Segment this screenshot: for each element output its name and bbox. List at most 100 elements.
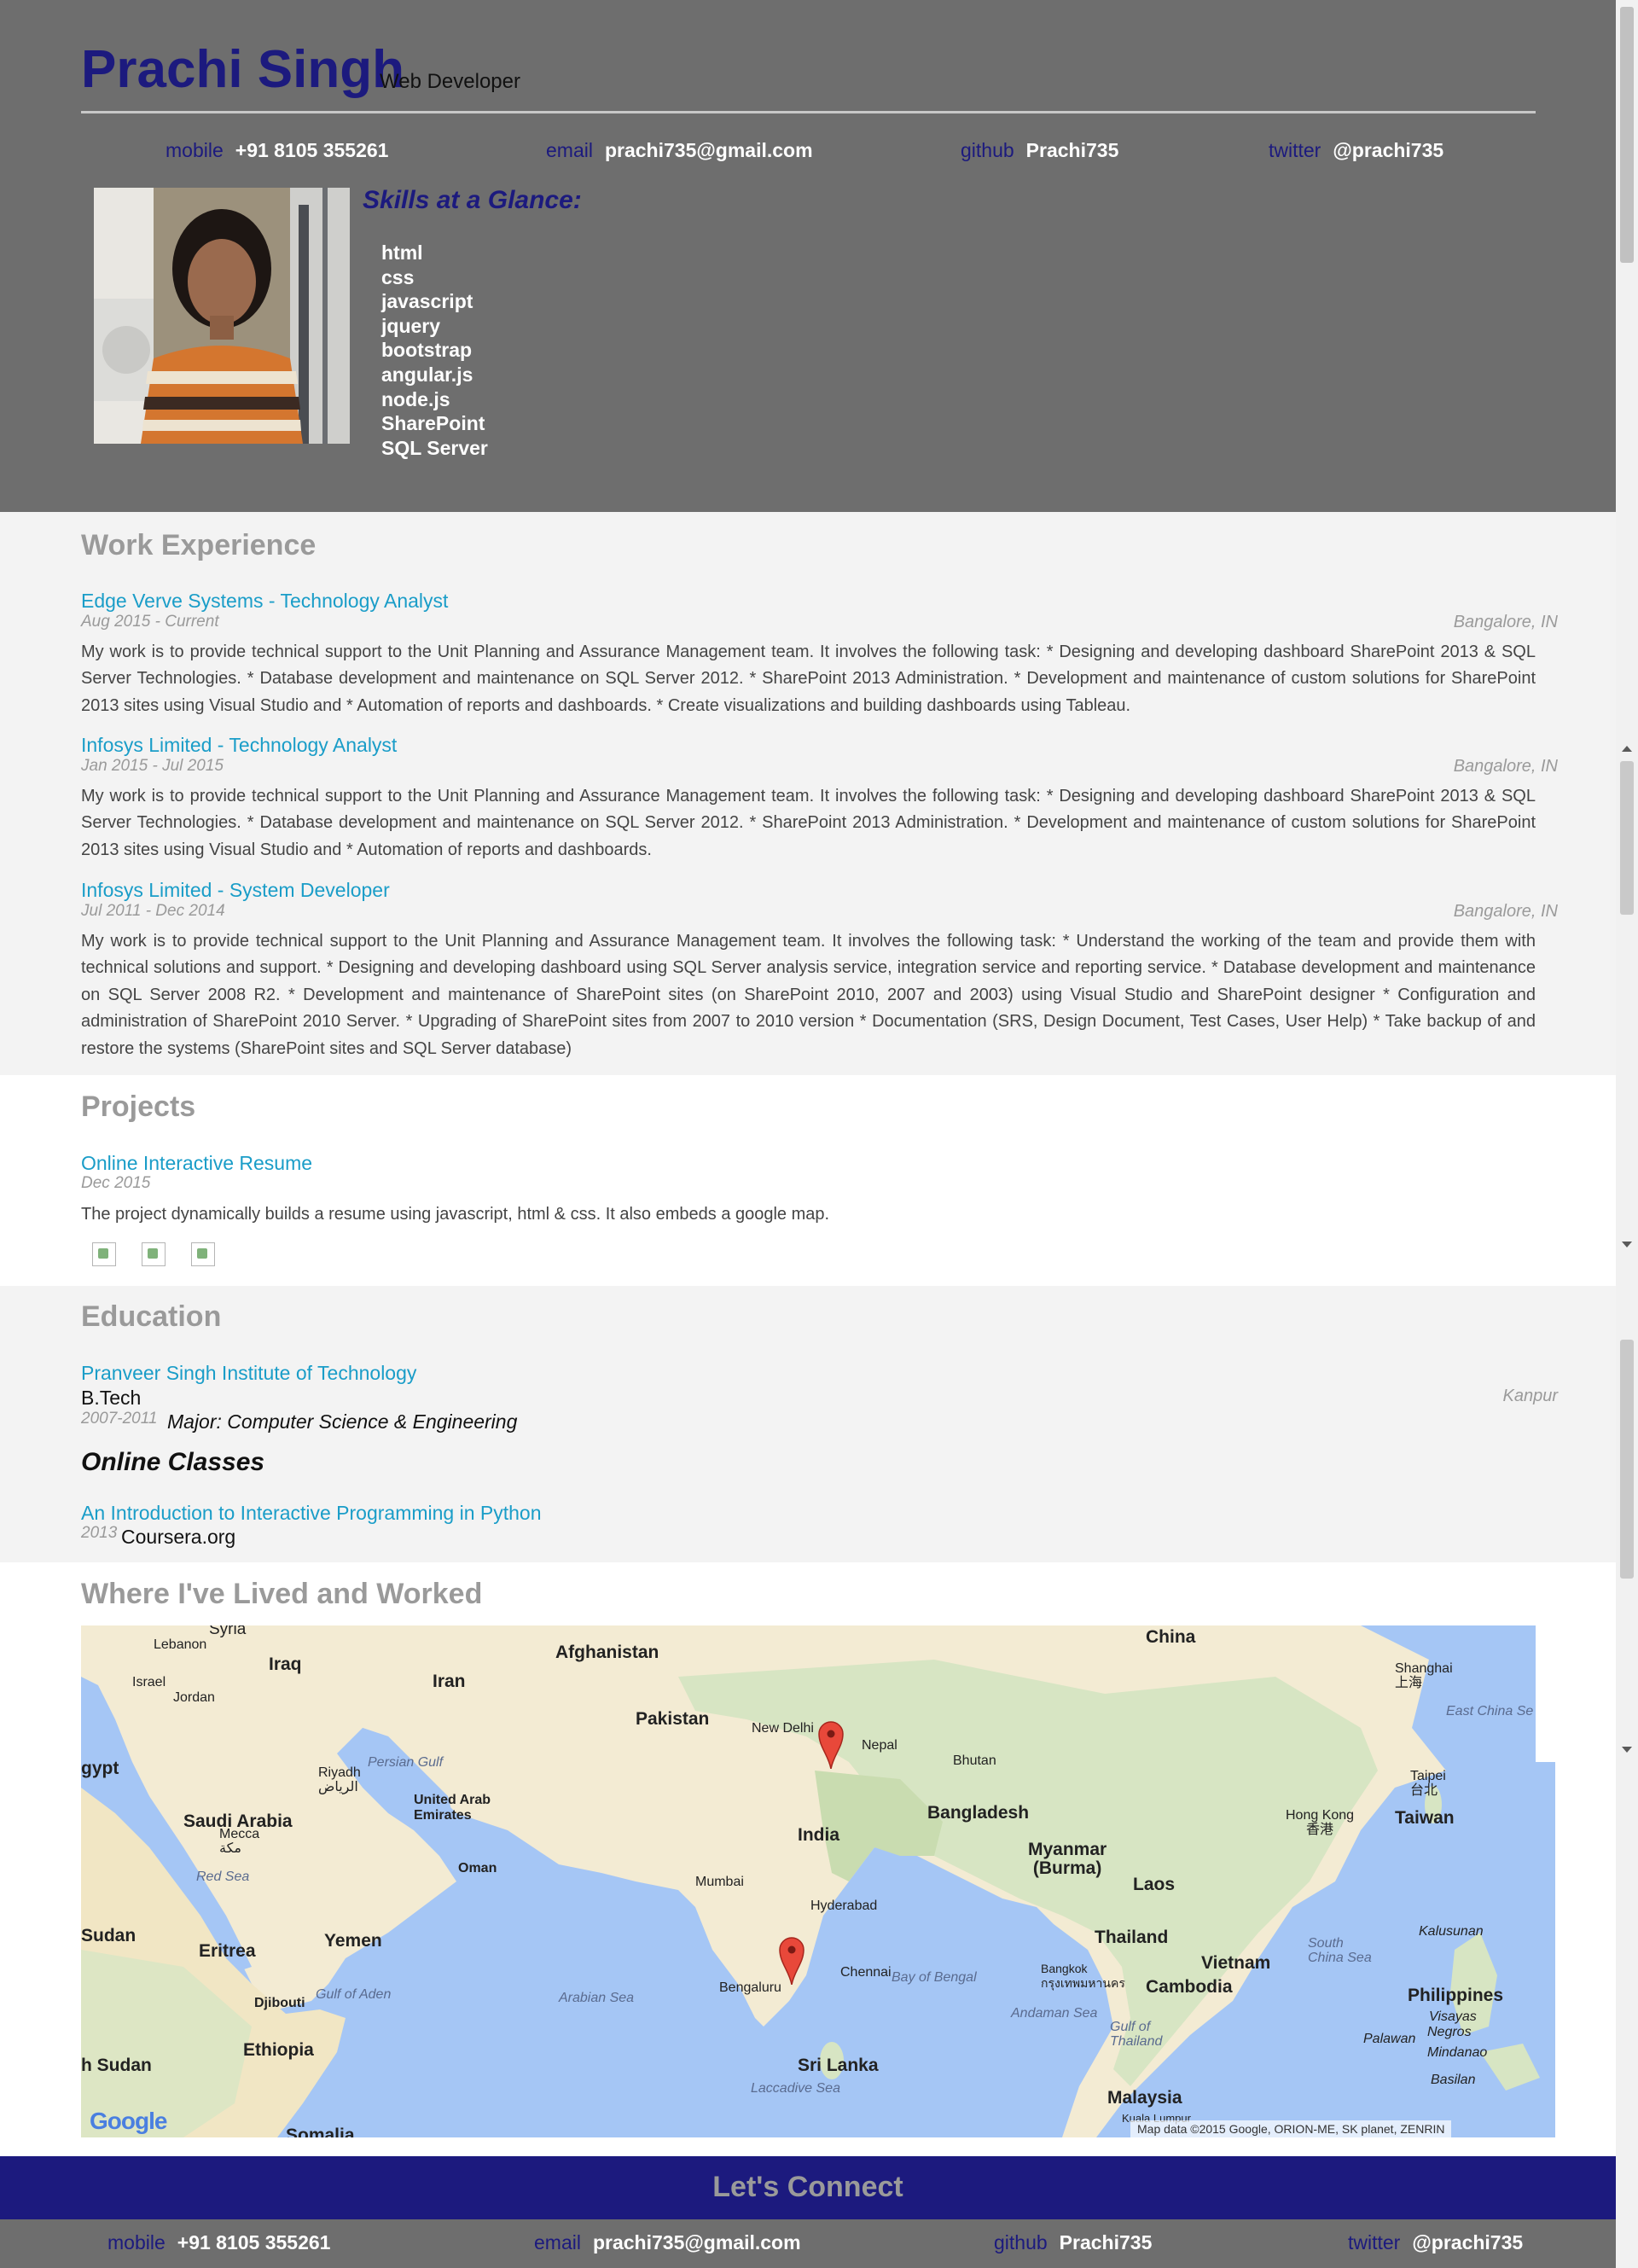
scrollbar-thumb[interactable] [1620,7,1634,263]
map-label: Vietnam [1201,1953,1271,1973]
map-label: Yemen [324,1931,382,1951]
contact-value: prachi735@gmail.com [592,2231,801,2253]
job-location: Bangalore, IN [1453,757,1558,776]
map-label: Afghanistan [555,1643,659,1662]
map-label: New Delhi [752,1721,814,1736]
footer-title: Let's Connect [712,2171,903,2203]
map-label: Red Sea [196,1870,250,1884]
skill-item: html [381,241,423,264]
contact-value: Prachi735 [1059,2231,1153,2253]
contact-label: twitter [1348,2231,1401,2253]
map-label: Laccadive Sea [751,2081,840,2096]
map-label: gypt [81,1759,119,1778]
contact-label: email [546,139,593,161]
map-label: Cambodia [1146,1977,1233,1997]
map-label: Bhutan [953,1753,996,1768]
map-label: Israel [132,1675,166,1689]
map-label: Gulf of Aden [316,1987,392,2002]
map-label: Hyderabad [810,1899,878,1913]
map-label: Bay of Bengal [892,1970,977,1985]
contact-label: github [994,2231,1048,2253]
footer-contact-mobile[interactable]: mobile +91 8105 355261 [107,2231,330,2254]
map-label: Taiwan [1395,1808,1455,1828]
map-label: Bangladesh [927,1803,1030,1823]
map-label: Iran [433,1672,466,1691]
map-label: Mindanao [1427,2045,1488,2060]
contact-value: Prachi735 [1025,139,1119,161]
project-image-thumbnail[interactable] [191,1242,215,1266]
job-description: My work is to provide technical support … [81,787,1536,859]
scroll-up-arrow-icon[interactable] [1622,746,1632,752]
skill-item: javascript [381,290,473,313]
online-classes-title: Online Classes [81,1448,265,1476]
contact-value: +91 8105 355261 [235,139,389,161]
map-label: Sudan [81,1926,136,1945]
education-location: Kanpur [1502,1387,1559,1405]
footer-contact-github[interactable]: github Prachi735 [994,2231,1152,2254]
contact-value: @prachi735 [1412,2231,1524,2253]
map-label: Kalusunan [1419,1924,1484,1939]
job-title-link[interactable]: Infosys Limited - System Developer [81,879,390,902]
map-label: Negros [1427,2025,1472,2039]
contact-label: twitter [1269,139,1321,161]
map-title: Where I've Lived and Worked [81,1578,483,1610]
map-label: Hong Kong 香港 [1286,1808,1355,1837]
map-label: Thailand [1095,1928,1169,1947]
google-map[interactable]: Syria Lebanon Israel Jordan Iraq Iran Af… [81,1625,1555,2137]
skill-item: SharePoint [381,412,485,435]
major: Major: Computer Science & Engineering [167,1410,518,1433]
map-label: Andaman Sea [1011,2006,1098,2021]
map-label: Arabian Sea [559,1991,635,2005]
map-marker-pin[interactable] [779,1937,804,1985]
scrollbar-thumb[interactable] [1620,761,1634,915]
scrollbar-thumb[interactable] [1620,1340,1634,1579]
map-label: h Sudan [81,2056,152,2075]
contact-label: email [534,2231,581,2253]
skill-item: SQL Server [381,436,488,459]
map-label: Palawan [1363,2032,1416,2046]
scroll-down-arrow-icon[interactable] [1622,1242,1632,1247]
map-label: Laos [1133,1875,1176,1894]
contact-twitter[interactable]: twitter @prachi735 [1269,139,1443,162]
google-logo: Google [90,2108,167,2135]
footer-contact-email[interactable]: email prachi735@gmail.com [534,2231,801,2254]
skill-item: node.js [381,387,450,410]
project-title-link[interactable]: Online Interactive Resume [81,1152,312,1175]
job-description: My work is to provide technical support … [81,643,1536,715]
map-clip-mask [1536,1625,1616,1762]
map-label: Lebanon [154,1637,207,1652]
project-image-thumbnail[interactable] [92,1242,116,1266]
map-label: Nepal [862,1738,897,1753]
skills-title: Skills at a Glance: [363,186,582,214]
contact-mobile[interactable]: mobile +91 8105 355261 [166,139,388,162]
contact-value: +91 8105 355261 [177,2231,331,2253]
job-title-link[interactable]: Infosys Limited - Technology Analyst [81,734,397,757]
job-description: My work is to provide technical support … [81,932,1536,1058]
map-label: India [798,1825,840,1845]
map-attribution: Map data ©2015 Google, ORION-ME, SK plan… [1130,2120,1452,2137]
contact-github[interactable]: github Prachi735 [961,139,1118,162]
job-title-link[interactable]: Edge Verve Systems - Technology Analyst [81,590,448,613]
map-label: Gulf of Thailand [1110,2020,1163,2049]
page-scrollbar[interactable] [1616,0,1638,2268]
map-label: Jordan [173,1690,215,1705]
contact-label: mobile [107,2231,166,2253]
job-dates: Jan 2015 - Jul 2015 [81,757,224,775]
work-title: Work Experience [81,529,317,561]
contact-value: prachi735@gmail.com [604,139,813,161]
map-label: Shanghai 上海 [1395,1661,1453,1690]
school-name-link[interactable]: Pranveer Singh Institute of Technology [81,1362,416,1385]
footer-contact-twitter[interactable]: twitter @prachi735 [1348,2231,1523,2254]
map-label: Bengaluru [719,1980,781,1995]
project-image-thumbnail[interactable] [142,1242,166,1266]
name-heading: Prachi Singh [81,40,404,99]
online-course-link[interactable]: An Introduction to Interactive Programmi… [81,1502,542,1525]
scroll-down-arrow-icon[interactable] [1622,1747,1632,1753]
map-label: Persian Gulf [368,1755,444,1770]
contact-label: mobile [166,139,224,161]
contact-email[interactable]: email prachi735@gmail.com [546,139,813,162]
profile-photo [94,188,350,444]
map-marker-pin[interactable] [818,1721,844,1769]
project-description: The project dynamically builds a resume … [81,1205,830,1224]
role-subtitle: Web Developer [380,70,520,93]
